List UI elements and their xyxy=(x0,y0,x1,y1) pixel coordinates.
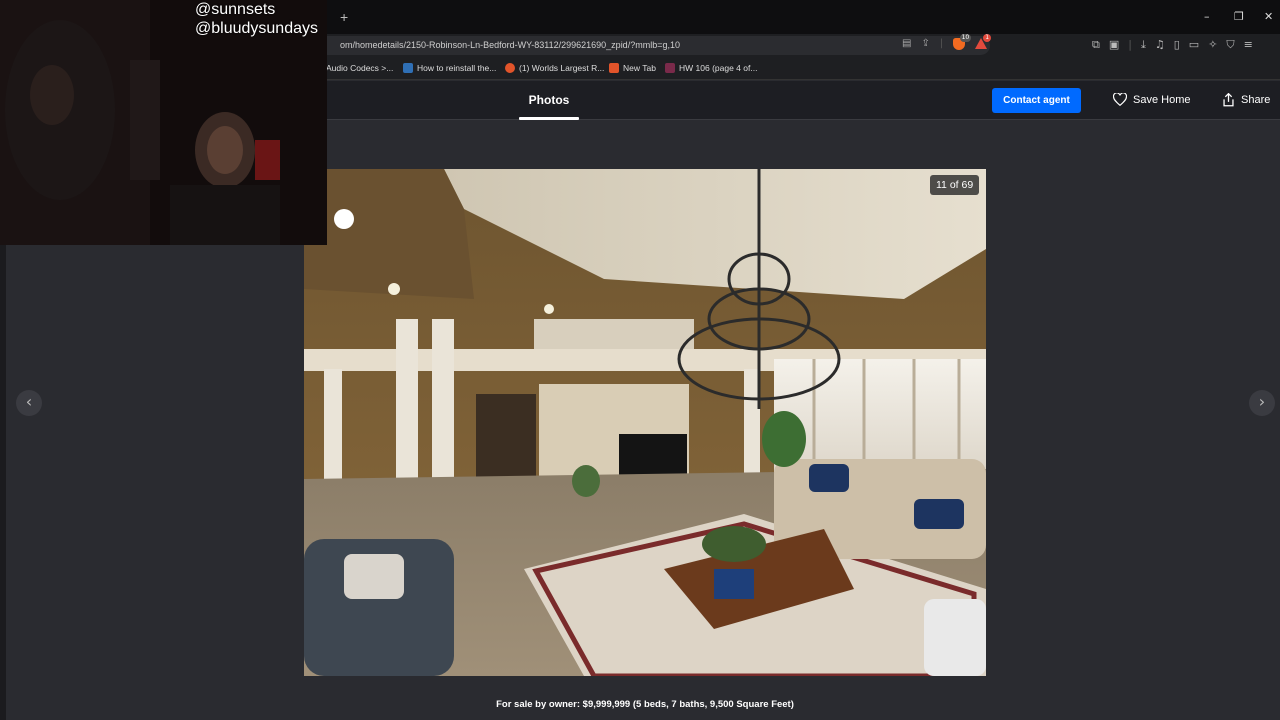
restore-icon[interactable]: ❐ xyxy=(1234,10,1244,23)
brave-icon xyxy=(609,63,619,73)
address-text[interactable]: om/homedetails/2150-Robinson-Ln-Bedford-… xyxy=(340,40,680,50)
toolbar-right-icons: ⧉ ▣ | ⤓ ♫ ▯ ▭ ✧ ⛉ ≡ xyxy=(1092,38,1253,52)
save-home-label: Save Home xyxy=(1133,93,1191,106)
download-icon[interactable]: ⤓ xyxy=(1141,38,1146,52)
living-room-photo xyxy=(304,169,986,676)
bookmark-item[interactable]: How to reinstall the... xyxy=(403,63,496,73)
webcam-overlay: @sunnsets @bluudysundays xyxy=(0,0,327,245)
screen: + – ❐ ✕ om/homedetails/2150-Robinson-Ln-… xyxy=(0,0,1280,720)
close-window-icon[interactable]: ✕ xyxy=(1264,10,1273,23)
bookmark-label: New Tab xyxy=(623,63,656,73)
brave-rewards-icon[interactable]: 1 xyxy=(975,34,992,49)
share-button[interactable]: Share xyxy=(1222,93,1270,107)
music-icon[interactable]: ♫ xyxy=(1155,38,1165,52)
new-tab-button[interactable]: + xyxy=(340,9,348,25)
minimize-icon[interactable]: – xyxy=(1204,10,1210,23)
tab-photos[interactable]: Photos xyxy=(520,93,578,107)
previous-photo-button[interactable]: ‹ xyxy=(16,390,42,416)
bookmark-item[interactable]: Audio Codecs >... xyxy=(326,63,393,73)
leo-icon[interactable]: ✧ xyxy=(1208,38,1217,52)
bookmark-label: Audio Codecs >... xyxy=(326,63,394,73)
share-page-icon[interactable]: ⇪ xyxy=(921,38,929,50)
vpn-icon[interactable]: ⛉ xyxy=(1226,38,1234,52)
webcam-handles: @sunnsets @bluudysundays xyxy=(195,0,318,38)
sidebar-icon[interactable]: ▯ xyxy=(1174,38,1180,52)
bookmark-item[interactable]: New Tab xyxy=(609,63,656,73)
address-bar-icons: ▤ ⇪ | 10 1 xyxy=(902,34,992,50)
share-icon xyxy=(1223,93,1234,107)
listing-photo xyxy=(304,169,986,676)
wallet-icon[interactable]: ▭ xyxy=(1189,38,1199,52)
bookmark-label: (1) Worlds Largest R... xyxy=(519,63,605,73)
extensions-icon[interactable]: ⧉ xyxy=(1092,38,1100,52)
brave-shield-icon[interactable]: 10 xyxy=(953,34,972,50)
handle-1: @sunnsets xyxy=(195,1,276,18)
bookmark-label: HW 106 (page 4 of... xyxy=(679,63,758,73)
screenshot-icon[interactable]: ▣ xyxy=(1109,38,1119,52)
contact-agent-button[interactable]: Contact agent xyxy=(992,88,1081,113)
bookmark-label: How to reinstall the... xyxy=(417,63,497,73)
bookmark-item[interactable]: HW 106 (page 4 of... xyxy=(665,63,757,73)
share-label: Share xyxy=(1241,94,1271,106)
handle-2: @bluudysundays xyxy=(195,20,318,37)
shield-badge: 10 xyxy=(959,34,972,42)
reader-mode-icon[interactable]: ▤ xyxy=(902,38,911,50)
active-tab-indicator xyxy=(519,117,579,120)
bookmark-item[interactable]: (1) Worlds Largest R... xyxy=(505,63,604,73)
menu-icon[interactable]: ≡ xyxy=(1244,38,1253,52)
bookmark-favicon-icon xyxy=(403,63,413,73)
heart-icon xyxy=(1113,93,1127,106)
bookmark-favicon-icon xyxy=(665,63,675,73)
save-home-button[interactable]: Save Home xyxy=(1113,93,1190,106)
next-photo-button[interactable]: › xyxy=(1249,390,1275,416)
left-edge-strip xyxy=(0,245,6,720)
reddit-icon xyxy=(505,63,515,73)
photo-counter: 11 of 69 xyxy=(930,175,980,195)
photo-caption: For sale by owner: $9,999,999 (5 beds, 7… xyxy=(496,699,794,710)
rewards-badge: 1 xyxy=(983,34,992,42)
